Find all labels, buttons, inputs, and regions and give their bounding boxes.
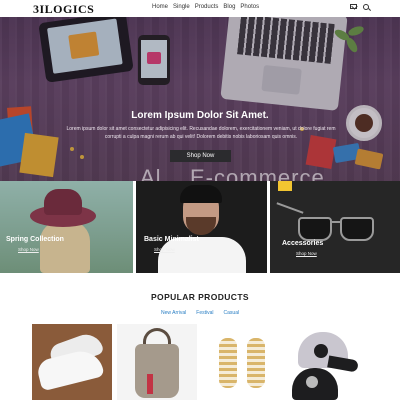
cap-image [180,185,222,203]
category-tile-accessories[interactable]: Accessories Shop Now [270,181,400,273]
sunglasses-image [276,202,304,214]
cap-image [314,344,328,358]
nav-photos[interactable]: Photos [240,4,259,10]
product-card-caps[interactable] [288,324,368,400]
section-title: POPULAR PRODUCTS [150,292,249,302]
handbag-image [135,344,179,398]
category-shop-link[interactable]: Shop Now [296,251,317,256]
cap-image [306,376,318,388]
model-image [186,217,216,235]
earring-image [219,338,237,388]
nav-single[interactable]: Single [173,4,190,10]
product-card-shoes[interactable] [32,324,112,400]
category-title: Basic Minimalist [144,236,199,243]
hero-banner: Al... E-commerce Lorem Ipsum Dolor Sit A… [0,17,400,181]
hero-watermark: Al... E-commerce [140,165,325,181]
product-card-handbag[interactable] [117,324,197,400]
category-shop-link[interactable]: Shop Now [18,247,39,252]
category-title: Spring Collection [6,236,64,243]
cap-image [327,355,359,373]
earring-image [247,338,265,388]
product-filters: New Arrival Festival Casual [161,310,239,316]
handbag-image [147,374,153,394]
category-shop-link[interactable]: Shop Now [154,247,175,252]
filter-casual[interactable]: Casual [224,310,240,316]
hero-title: Lorem Ipsum Dolor Sit Amet. [131,110,269,121]
model-image [40,221,90,273]
filter-festival[interactable]: Festival [196,310,213,316]
header-icons [350,4,369,10]
product-card-earrings[interactable] [203,324,283,400]
mail-icon[interactable] [350,4,357,9]
hat-image [44,189,82,215]
sunglasses-image [340,217,374,241]
category-tile-minimalist[interactable]: Basic Minimalist Shop Now [136,181,267,273]
sunglasses-image [298,217,332,241]
category-title: Accessories [282,240,324,247]
site-header: 3ILOGICS Home Single Products Blog Photo… [0,0,400,17]
nav-home[interactable]: Home [152,4,168,10]
tag-image [278,181,292,191]
search-icon[interactable] [363,4,369,10]
site-logo[interactable]: 3ILOGICS [33,2,94,17]
nav-blog[interactable]: Blog [223,4,235,10]
category-tile-spring[interactable]: Spring Collection Shop Now [0,181,133,273]
nav-products[interactable]: Products [195,4,219,10]
hero-text: Lorem ipsum dolor sit amet consectetur a… [66,126,336,140]
filter-new-arrival[interactable]: New Arrival [161,310,186,316]
shop-now-button[interactable]: Shop Now [170,150,231,162]
main-nav: Home Single Products Blog Photos [152,4,259,10]
